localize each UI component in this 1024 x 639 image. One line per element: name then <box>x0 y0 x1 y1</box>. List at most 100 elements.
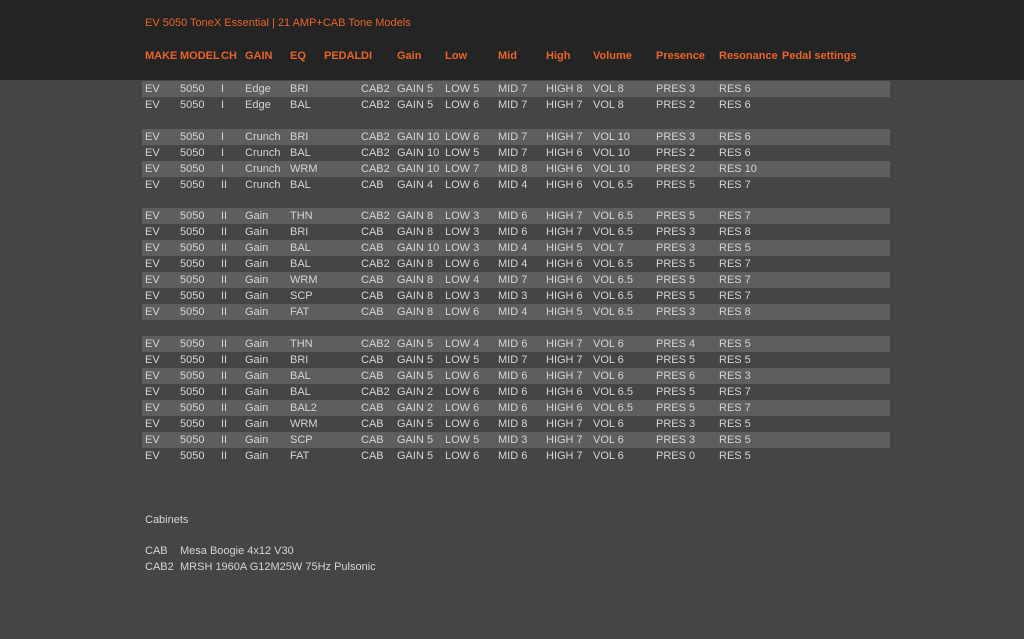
table-row: EV 5050 II Gain BAL CAB2 GAIN 8 LOW 6 MID 4 HIGH … <box>142 256 890 272</box>
table-row: EV 5050 II Gain BAL CAB2 GAIN 2 LOW 6 MID 6 HIGH … <box>142 384 890 400</box>
cell-make: EV <box>145 338 160 350</box>
cell-gain: GAIN 10 <box>397 147 440 159</box>
cell-mid: MID 4 <box>498 179 528 191</box>
cell-presence: PRES 5 <box>656 179 696 191</box>
cell-di: CAB <box>361 290 384 302</box>
cell-volume: VOL 6.5 <box>593 290 633 302</box>
cell-low: LOW 3 <box>445 242 480 254</box>
cell-high: HIGH 7 <box>546 354 583 366</box>
cell-model: 5050 <box>180 434 205 446</box>
cell-ch: II <box>221 290 228 302</box>
cell-high: HIGH 7 <box>546 338 583 350</box>
cell-gain: GAIN 8 <box>397 306 434 318</box>
cell-low: LOW 6 <box>445 179 480 191</box>
table-row: EV 5050 II Gain BRI CAB GAIN 8 LOW 3 MID 6 HIGH 7… <box>142 224 890 240</box>
cell-gain-mode: Gain <box>245 306 269 318</box>
cell-di: CAB2 <box>361 386 390 398</box>
cell-mid: MID 3 <box>498 434 528 446</box>
cell-ch: I <box>221 99 225 111</box>
cell-make: EV <box>145 354 160 366</box>
cabinet-code: CAB <box>145 545 168 557</box>
column-header-make: MAKE <box>145 50 178 62</box>
cell-resonance: RES 7 <box>719 290 751 302</box>
cell-gain-mode: Gain <box>245 290 269 302</box>
cell-presence: PRES 0 <box>656 450 696 462</box>
cell-ch: I <box>221 83 225 95</box>
cell-eq: WRM <box>290 274 318 286</box>
cell-low: LOW 6 <box>445 258 480 270</box>
cell-high: HIGH 5 <box>546 306 583 318</box>
cell-gain-mode: Gain <box>245 418 269 430</box>
cell-eq: BAL <box>290 242 311 254</box>
cell-presence: PRES 5 <box>656 274 696 286</box>
cell-mid: MID 4 <box>498 306 528 318</box>
cell-model: 5050 <box>180 163 205 175</box>
cell-di: CAB <box>361 434 384 446</box>
cell-mid: MID 7 <box>498 83 528 95</box>
cabinets-title: Cabinets <box>145 514 189 526</box>
cell-di: CAB2 <box>361 338 390 350</box>
cell-resonance: RES 7 <box>719 402 751 414</box>
cell-eq: BRI <box>290 226 309 238</box>
cell-low: LOW 7 <box>445 163 480 175</box>
cell-eq: SCP <box>290 290 313 302</box>
cell-presence: PRES 3 <box>656 131 696 143</box>
cell-high: HIGH 7 <box>546 226 583 238</box>
cell-ch: II <box>221 226 228 238</box>
table-row: EV 5050 II Gain BRI CAB GAIN 5 LOW 5 MID 7 HIGH 7… <box>142 352 890 368</box>
cell-low: LOW 3 <box>445 290 480 302</box>
cell-high: HIGH 7 <box>546 450 583 462</box>
cell-model: 5050 <box>180 83 205 95</box>
cell-make: EV <box>145 83 160 95</box>
cell-gain-mode: Gain <box>245 274 269 286</box>
cell-di: CAB2 <box>361 131 390 143</box>
cell-mid: MID 4 <box>498 258 528 270</box>
cell-gain-mode: Gain <box>245 226 269 238</box>
cell-mid: MID 6 <box>498 402 528 414</box>
cell-volume: VOL 6.5 <box>593 210 633 222</box>
cell-ch: I <box>221 147 225 159</box>
cell-gain-mode: Gain <box>245 450 269 462</box>
cell-ch: II <box>221 450 228 462</box>
cell-gain: GAIN 5 <box>397 338 434 350</box>
cell-volume: VOL 6.5 <box>593 274 633 286</box>
cell-low: LOW 5 <box>445 354 480 366</box>
cell-model: 5050 <box>180 354 205 366</box>
cell-ch: II <box>221 370 228 382</box>
cell-low: LOW 6 <box>445 99 480 111</box>
cell-gain-mode: Crunch <box>245 131 281 143</box>
table-row: EV 5050 II Gain BAL2 CAB GAIN 2 LOW 6 MID 6 HIGH … <box>142 400 890 416</box>
cell-high: HIGH 7 <box>546 131 583 143</box>
cell-volume: VOL 7 <box>593 242 624 254</box>
cell-ch: II <box>221 354 228 366</box>
spreadsheet-page: EV 5050 ToneX Essential | 21 AMP+CAB Ton… <box>0 0 1024 639</box>
cell-eq: BRI <box>290 354 309 366</box>
cabinet-name: MRSH 1960A G12M25W 75Hz Pulsonic <box>180 561 376 573</box>
cell-low: LOW 6 <box>445 370 480 382</box>
cell-presence: PRES 5 <box>656 258 696 270</box>
cell-low: LOW 6 <box>445 131 480 143</box>
cell-di: CAB <box>361 226 384 238</box>
cell-gain: GAIN 5 <box>397 83 434 95</box>
cell-di: CAB2 <box>361 258 390 270</box>
cell-gain: GAIN 5 <box>397 450 434 462</box>
cell-high: HIGH 6 <box>546 147 583 159</box>
cell-make: EV <box>145 258 160 270</box>
cell-gain-mode: Edge <box>245 83 271 95</box>
cell-volume: VOL 8 <box>593 83 624 95</box>
cell-low: LOW 5 <box>445 83 480 95</box>
cell-gain-mode: Crunch <box>245 147 281 159</box>
cell-high: HIGH 5 <box>546 242 583 254</box>
cell-volume: VOL 6.5 <box>593 179 633 191</box>
cell-model: 5050 <box>180 370 205 382</box>
cell-model: 5050 <box>180 418 205 430</box>
cell-high: HIGH 6 <box>546 179 583 191</box>
cell-gain-mode: Gain <box>245 434 269 446</box>
table-row: EV 5050 II Gain WRM CAB GAIN 8 LOW 4 MID 7 HIGH 6… <box>142 272 890 288</box>
cell-gain-mode: Gain <box>245 402 269 414</box>
cell-mid: MID 6 <box>498 226 528 238</box>
cell-eq: SCP <box>290 434 313 446</box>
cell-gain: GAIN 2 <box>397 402 434 414</box>
cell-resonance: RES 5 <box>719 450 751 462</box>
cell-low: LOW 6 <box>445 402 480 414</box>
